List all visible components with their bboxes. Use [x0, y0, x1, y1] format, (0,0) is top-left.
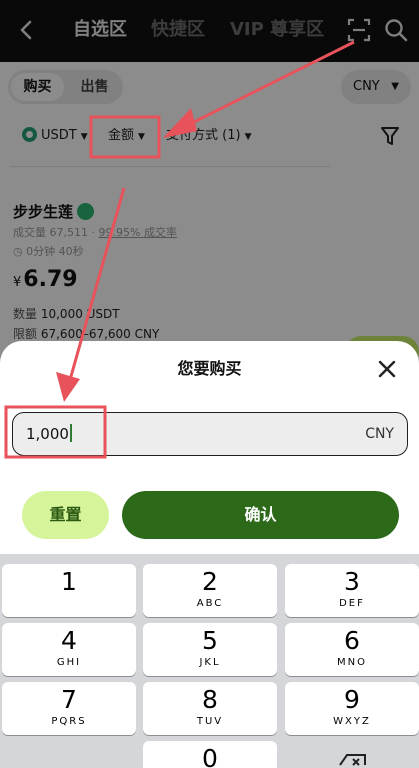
amount-input[interactable]: 1,000 CNY [12, 412, 408, 456]
key-digit: 9 [344, 685, 360, 714]
key-digit: 6 [344, 626, 360, 655]
key-letters: DEF [339, 598, 365, 609]
key-letters: TUV [196, 716, 224, 727]
key-letters: GHI [56, 657, 82, 668]
confirm-button[interactable]: 确认 [122, 491, 399, 539]
key-9[interactable]: 9 WXYZ [285, 682, 419, 735]
text-cursor [69, 424, 72, 442]
key-letters: JKL [199, 657, 221, 668]
close-icon[interactable] [374, 356, 400, 382]
key-0[interactable]: 0 [143, 741, 277, 768]
key-letters: MNO [337, 657, 367, 668]
key-5[interactable]: 5 JKL [143, 623, 277, 676]
numeric-keypad: 1 2 ABC 3 DEF 4 GHI 5 JKL 6 MNO 7 PQRS 8 TUV 9 W… [0, 554, 419, 768]
key-8[interactable]: 8 TUV [143, 682, 277, 735]
key-digit: 7 [61, 685, 77, 714]
amount-value-text: 1,000 [26, 425, 69, 443]
key-digit: 0 [202, 744, 218, 768]
key-digit: 8 [202, 685, 218, 714]
sheet-title: 您要购买 [177, 359, 242, 378]
key-1[interactable]: 1 [2, 564, 136, 617]
reset-button[interactable]: 重置 [22, 491, 109, 539]
key-digit: 2 [202, 567, 218, 596]
key-letters: PQRS [51, 716, 87, 727]
key-digit: 4 [61, 626, 77, 655]
key-letters: ABC [196, 598, 224, 609]
key-7[interactable]: 7 PQRS [2, 682, 136, 735]
key-2[interactable]: 2 ABC [143, 564, 277, 617]
delete-key[interactable] [285, 741, 419, 768]
backspace-icon [339, 754, 366, 766]
key-3[interactable]: 3 DEF [285, 564, 419, 617]
amount-value: 1,000 [26, 424, 72, 444]
key-letters: WXYZ [333, 716, 371, 727]
key-4[interactable]: 4 GHI [2, 623, 136, 676]
key-6[interactable]: 6 MNO [285, 623, 419, 676]
key-digit: 3 [344, 567, 360, 596]
amount-currency: CNY [365, 426, 394, 442]
key-digit: 1 [61, 567, 77, 596]
key-digit: 5 [202, 626, 218, 655]
